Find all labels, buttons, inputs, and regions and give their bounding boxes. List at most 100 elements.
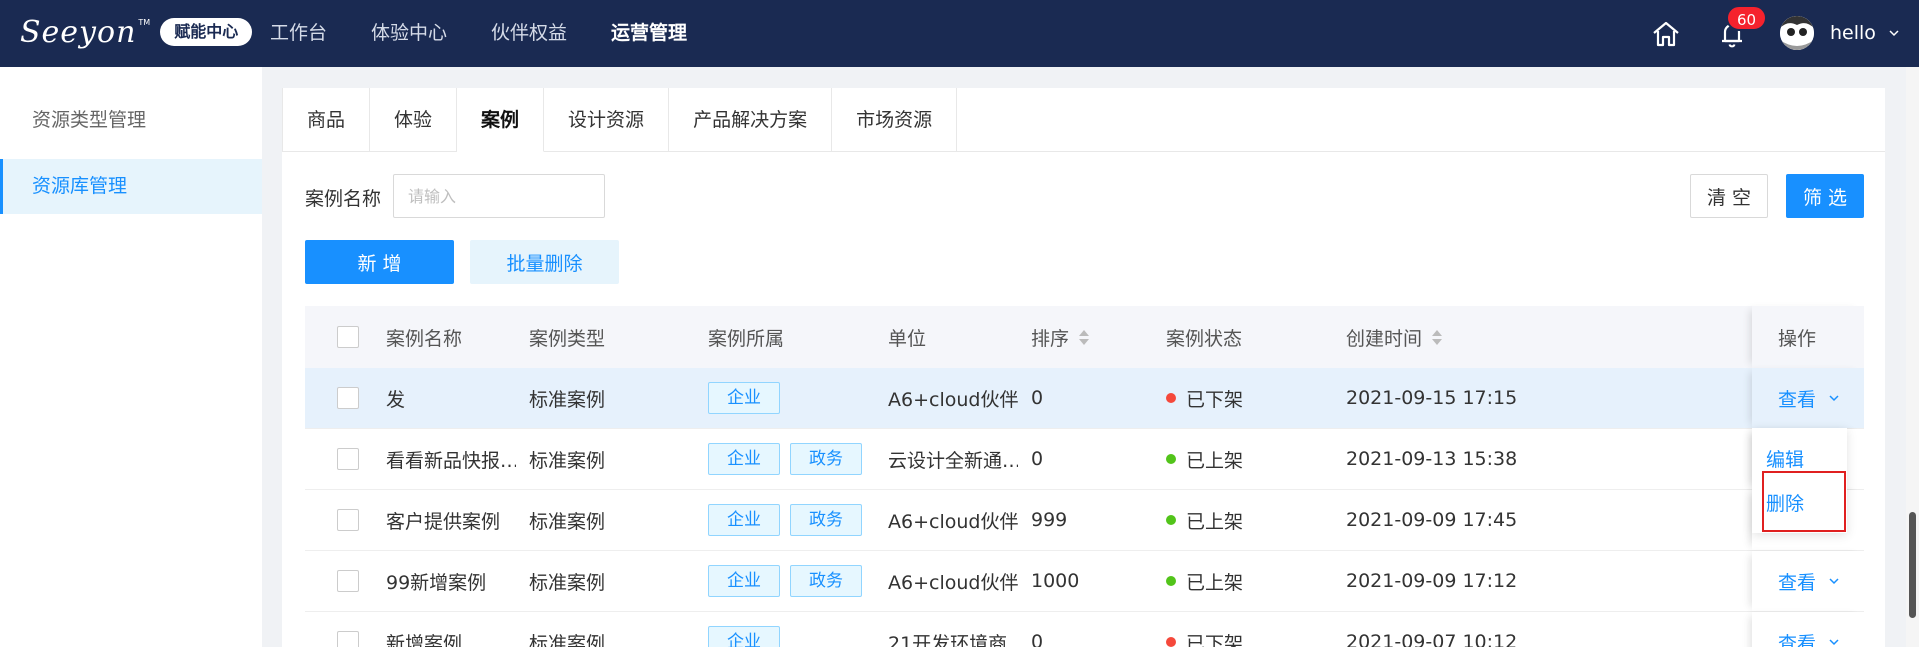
row-checkbox-cell <box>337 612 359 647</box>
row-ops-cell: 查看 <box>1752 368 1864 428</box>
case-belong: 企业 政务 <box>708 429 872 489</box>
case-unit: A6+cloud伙伴 <box>888 388 1018 411</box>
view-link[interactable]: 查看 <box>1778 568 1816 595</box>
case-order: 999 <box>1031 509 1068 531</box>
tab-solutions[interactable]: 产品解决方案 <box>669 88 833 152</box>
batch-delete-button[interactable]: 批量删除 <box>470 240 619 284</box>
table-header: 案例名称 案例类型 案例所属 单位 排序 案例状态 创建时间 操作 <box>305 306 1864 368</box>
case-status-cell: 已上架 <box>1166 551 1243 611</box>
logo-text: Seeyon <box>20 14 137 50</box>
filter-button[interactable]: 筛 选 <box>1786 174 1864 218</box>
table-row[interactable]: 99新增案例 标准案例 企业 政务 A6+cloud伙伴 1000 已上架 202… <box>305 551 1864 612</box>
case-table: 案例名称 案例类型 案例所属 单位 排序 案例状态 创建时间 操作 发 标准案例… <box>305 306 1864 647</box>
nav-item-partner-benefits[interactable]: 伙伴权益 <box>491 0 567 67</box>
table-row[interactable]: 发 标准案例 企业 A6+cloud伙伴 0 已下架 2021-09-15 17… <box>305 368 1864 429</box>
case-name-input[interactable] <box>393 174 605 218</box>
view-link[interactable]: 查看 <box>1778 385 1816 412</box>
sidebar-item-resource-library[interactable]: 资源库管理 <box>0 159 262 214</box>
header-ops-cell: 操作 <box>1752 306 1864 368</box>
case-name: 客户提供案例 <box>386 510 501 533</box>
case-order: 0 <box>1031 448 1044 470</box>
tab-products[interactable]: 商品 <box>282 88 371 152</box>
row-checkbox-cell <box>337 490 359 550</box>
dropdown-item-edit[interactable]: 编辑 <box>1752 438 1847 482</box>
tab-bar: 商品 体验 案例 设计资源 产品解决方案 市场资源 <box>282 88 1885 152</box>
chevron-down-icon[interactable] <box>1828 575 1840 587</box>
chevron-down-icon[interactable] <box>1888 27 1900 39</box>
view-link[interactable]: 查看 <box>1778 629 1816 647</box>
header-name: 案例名称 <box>386 327 463 350</box>
notification-badge: 60 <box>1726 5 1768 31</box>
case-unit: 云设计全新通… <box>888 449 1018 472</box>
avatar[interactable] <box>1780 16 1814 50</box>
sort-icon[interactable] <box>1432 329 1443 345</box>
case-status: 已上架 <box>1186 510 1244 533</box>
row-checkbox[interactable] <box>337 631 359 647</box>
row-ops-cell: 查看 <box>1752 612 1864 647</box>
row-checkbox[interactable] <box>337 509 359 531</box>
case-status-cell: 已上架 <box>1166 490 1243 550</box>
row-checkbox[interactable] <box>337 570 359 592</box>
case-status-cell: 已上架 <box>1166 429 1243 489</box>
belong-tag: 企业 <box>708 504 780 536</box>
case-type: 标准案例 <box>529 510 606 533</box>
case-unit: 21开发环境商 <box>888 632 1008 647</box>
table-row[interactable]: 客户提供案例 标准案例 企业 政务 A6+cloud伙伴 999 已上架 2021… <box>305 490 1864 551</box>
dropdown-item-delete[interactable]: 删除 <box>1752 482 1847 526</box>
main-nav: 工作台 体验中心 伙伴权益 运营管理 <box>270 0 731 67</box>
case-status: 已上架 <box>1186 449 1244 472</box>
tab-cases[interactable]: 案例 <box>457 88 545 152</box>
header-order: 排序 <box>1031 327 1070 350</box>
header-belong: 案例所属 <box>708 327 785 350</box>
avatar-image-icon <box>1780 16 1814 50</box>
chevron-down-icon[interactable] <box>1828 636 1840 647</box>
case-order: 1000 <box>1031 570 1080 592</box>
case-created: 2021-09-09 17:45 <box>1346 509 1518 531</box>
top-nav-bar: Seeyon TM 赋能中心 工作台 体验中心 伙伴权益 运营管理 60 hel… <box>0 0 1919 67</box>
case-created: 2021-09-09 17:12 <box>1346 570 1518 592</box>
scrollbar-thumb[interactable] <box>1909 512 1916 618</box>
row-checkbox-cell <box>337 429 359 489</box>
case-name: 新增案例 <box>386 632 463 647</box>
chevron-down-icon[interactable] <box>1828 392 1840 404</box>
sidebar-item-resource-types[interactable]: 资源类型管理 <box>0 93 262 148</box>
sort-icon[interactable] <box>1079 329 1090 345</box>
nav-item-experience[interactable]: 体验中心 <box>371 0 447 67</box>
nav-item-workbench[interactable]: 工作台 <box>270 0 327 67</box>
table-row[interactable]: 新增案例 标准案例 企业 21开发环境商 0 已下架 2021-09-07 10… <box>305 612 1864 647</box>
case-status-cell: 已下架 <box>1166 368 1243 428</box>
belong-tag: 企业 <box>708 443 780 475</box>
add-button[interactable]: 新 增 <box>305 240 454 284</box>
belong-tag: 企业 <box>708 565 780 597</box>
case-belong: 企业 <box>708 612 790 647</box>
case-name: 发 <box>386 388 406 411</box>
row-checkbox[interactable] <box>337 387 359 409</box>
username[interactable]: hello <box>1830 0 1876 67</box>
case-unit: A6+cloud伙伴 <box>888 571 1018 594</box>
tab-experience[interactable]: 体验 <box>370 88 458 152</box>
belong-tag: 企业 <box>708 626 780 647</box>
row-ops-cell: 查看 <box>1752 551 1864 611</box>
case-status-cell: 已下架 <box>1166 612 1243 647</box>
case-created: 2021-09-13 15:38 <box>1346 448 1518 470</box>
clear-button[interactable]: 清 空 <box>1690 174 1768 218</box>
status-dot <box>1166 515 1176 525</box>
belong-tag: 企业 <box>708 382 780 414</box>
logo-tm: TM <box>138 18 151 27</box>
logo[interactable]: Seeyon TM 赋能中心 <box>20 14 253 50</box>
tab-design-resources[interactable]: 设计资源 <box>544 88 670 152</box>
header-created-cell[interactable]: 创建时间 <box>1346 306 1443 368</box>
case-created: 2021-09-07 10:12 <box>1346 631 1518 647</box>
header-ops: 操作 <box>1778 327 1817 350</box>
header-type: 案例类型 <box>529 327 606 350</box>
logo-badge: 赋能中心 <box>160 18 253 46</box>
header-status: 案例状态 <box>1166 327 1243 350</box>
header-order-cell[interactable]: 排序 <box>1031 306 1090 368</box>
tab-market-resources[interactable]: 市场资源 <box>832 88 958 152</box>
table-row[interactable]: 看看新品快报… 标准案例 企业 政务 云设计全新通… 0 已上架 2021-09-… <box>305 429 1864 490</box>
nav-item-operations[interactable]: 运营管理 <box>611 0 687 67</box>
row-checkbox[interactable] <box>337 448 359 470</box>
select-all-checkbox[interactable] <box>337 326 359 348</box>
home-icon[interactable] <box>1650 18 1682 50</box>
belong-tag: 政务 <box>790 443 862 475</box>
